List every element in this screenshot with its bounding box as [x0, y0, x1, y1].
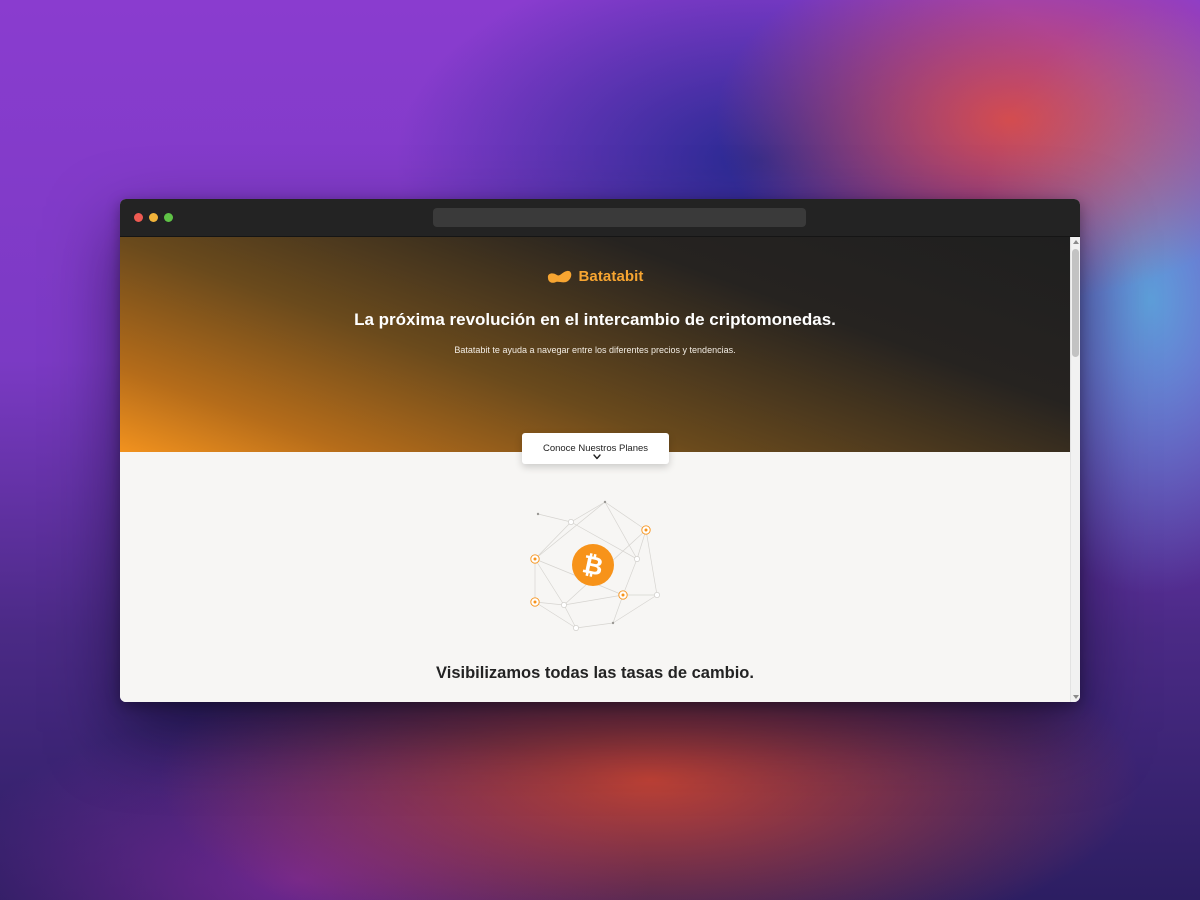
close-window-button[interactable] [134, 213, 143, 222]
plans-cta-button[interactable]: Conoce Nuestros Planes [522, 433, 669, 464]
bitcoin-icon: ₿ [572, 544, 614, 586]
hero-section: Batatabit La próxima revolución en el in… [120, 237, 1070, 452]
scroll-thumb[interactable] [1072, 249, 1079, 357]
brand-name: Batatabit [578, 268, 644, 285]
potato-logo-icon [548, 270, 572, 283]
scroll-down-icon[interactable] [1073, 695, 1079, 699]
page-viewport: Batatabit La próxima revolución en el in… [120, 237, 1070, 702]
scroll-up-icon[interactable] [1073, 240, 1079, 244]
brand[interactable]: Batatabit [120, 268, 1070, 285]
exchange-rates-title: Visibilizamos todas las tasas de cambio. [436, 664, 754, 682]
plans-cta-label: Conoce Nuestros Planes [542, 443, 649, 454]
address-bar[interactable] [433, 208, 806, 227]
hero-title: La próxima revolución en el intercambio … [354, 310, 836, 329]
browser-window: Batatabit La próxima revolución en el in… [120, 199, 1080, 702]
hero-subtitle: Batatabit te ayuda a navegar entre los d… [454, 345, 736, 355]
maximize-window-button[interactable] [164, 213, 173, 222]
title-bar [120, 199, 1080, 237]
vertical-scrollbar[interactable] [1070, 237, 1080, 702]
minimize-window-button[interactable] [149, 213, 158, 222]
bitcoin-network-icon: ₿ [530, 500, 660, 631]
chevron-down-icon [593, 454, 601, 460]
